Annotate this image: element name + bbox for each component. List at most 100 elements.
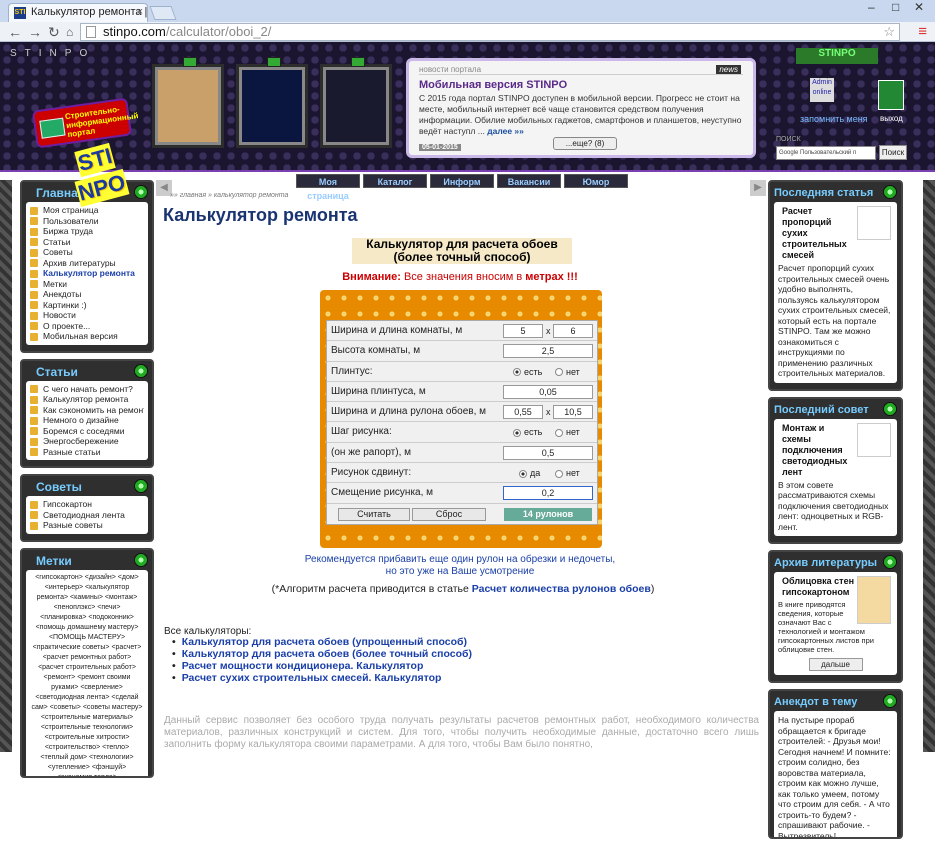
nav-humor[interactable]: Юмор	[564, 174, 628, 188]
menu-item-my-page[interactable]: Моя страница	[30, 205, 144, 216]
search-input[interactable]: Google Пользовательский п	[776, 146, 876, 160]
close-tab-icon[interactable]: ×	[137, 6, 143, 18]
menu-item-job-board[interactable]: Биржа труда	[30, 226, 144, 237]
right-sidebar: Последняя статья Расчет пропорций сухих …	[768, 180, 903, 845]
main-menu-box: Главная Моя страница Пользователи Биржа …	[20, 180, 154, 353]
nav-inform[interactable]: Информ	[430, 174, 494, 188]
page-title: Калькулятор ремонта	[163, 205, 358, 225]
menu-item-tags[interactable]: Метки	[30, 279, 144, 290]
green-light-icon	[883, 401, 897, 416]
roll-width-input[interactable]: 0,55	[503, 405, 543, 420]
plinth-width-input[interactable]: 0,05	[503, 384, 593, 399]
plinth-yes-radio[interactable]: есть	[513, 362, 542, 382]
joke-box: Анекдот в тему На пустыре прораб обращае…	[768, 689, 903, 839]
step-no-radio[interactable]: нет	[555, 422, 580, 442]
menu-item-jokes[interactable]: Анекдоты	[30, 289, 144, 300]
browser-menu-icon[interactable]: ≡	[918, 23, 927, 40]
tip-link[interactable]: Гипсокартон	[30, 499, 144, 510]
offset-row: Смещение рисунка, м 0,2	[327, 483, 597, 504]
menu-item-news[interactable]: Новости	[30, 310, 144, 321]
bookmark-star-icon[interactable]: ☆	[883, 24, 895, 40]
tip-link[interactable]: Разные советы	[30, 520, 144, 531]
tags-box: Метки <гипсокартон> <дизайн> <дом> <инте…	[20, 547, 154, 778]
calc-link[interactable]: Калькулятор для расчета обоев (более точ…	[172, 648, 472, 660]
exit-icon[interactable]	[878, 80, 904, 110]
news-more-link[interactable]: далее »»	[487, 126, 524, 136]
plinth-no-radio[interactable]: нет	[555, 362, 580, 382]
article-link[interactable]: Энергосбережение	[30, 436, 144, 447]
led-scheme-icon	[857, 422, 891, 457]
room-height-input[interactable]: 2,5	[503, 344, 593, 359]
menu-item-tips[interactable]: Советы	[30, 247, 144, 258]
reload-icon[interactable]: ↻	[48, 24, 60, 40]
browser-tab[interactable]: STI Калькулятор ремонта | Стр ×	[8, 3, 148, 22]
article-link[interactable]: С чего начать ремонт?	[30, 384, 144, 395]
joke-title: Анекдот в тему	[770, 691, 901, 711]
night-city-picture	[236, 57, 308, 148]
collapse-right-icon[interactable]: ▶	[750, 180, 766, 196]
minimize-icon[interactable]: –	[868, 0, 875, 14]
news-more-button[interactable]: ...еще? (8)	[553, 137, 617, 150]
page-icon	[86, 26, 96, 38]
menu-item-users[interactable]: Пользователи	[30, 216, 144, 227]
calc-link[interactable]: Калькулятор для расчета обоев (упрощенны…	[172, 636, 472, 648]
news-badge: news	[716, 65, 741, 74]
new-tab-button[interactable]	[149, 6, 177, 20]
login-badge: STINPO	[796, 48, 878, 64]
calc-link[interactable]: Расчет мощности кондиционера. Калькулято…	[172, 660, 472, 672]
roll-length-input[interactable]: 10,5	[553, 405, 593, 420]
logo-usb: Строительно-информационный портал	[31, 97, 139, 149]
step-yes-radio[interactable]: есть	[513, 422, 542, 442]
last-article-body: Расчет пропорций сухих строительных смес…	[778, 263, 891, 378]
tip-link[interactable]: Светодиодная лента	[30, 510, 144, 521]
menu-item-pictures[interactable]: Картинки :)	[30, 300, 144, 311]
more-button[interactable]: дальше	[808, 658, 863, 671]
maximize-icon[interactable]: □	[892, 0, 899, 14]
news-text: С 2015 года портал STINPO доступен в моб…	[419, 93, 742, 136]
shift-no-radio[interactable]: нет	[555, 463, 580, 483]
room-width-input[interactable]: 5	[503, 324, 543, 338]
calculators-list: Калькулятор для расчета обоев (упрощенны…	[172, 636, 472, 684]
nav-my-page[interactable]: Моя страница	[296, 174, 360, 201]
calc-link[interactable]: Расчет сухих строительных смесей. Кальку…	[172, 672, 472, 684]
remember-me-link[interactable]: запомнить меня	[800, 114, 868, 124]
room-length-input[interactable]: 6	[553, 324, 593, 338]
article-link[interactable]: Калькулятор ремонта	[30, 394, 144, 405]
reset-button[interactable]: Сброс	[412, 508, 486, 521]
home-icon[interactable]: ⌂	[66, 24, 73, 40]
calculate-button[interactable]: Считать	[338, 508, 410, 521]
menu-item-literature[interactable]: Архив литературы	[30, 258, 144, 269]
article-link[interactable]: Разные статьи	[30, 447, 144, 458]
search-label: ПОИСК	[776, 136, 801, 143]
times-sign: x	[546, 326, 551, 336]
nav-catalog[interactable]: Каталог	[363, 174, 427, 188]
news-title[interactable]: Мобильная версия STINPO	[419, 79, 743, 91]
rapport-input[interactable]: 0,5	[503, 445, 593, 460]
search-button[interactable]: Поиск	[879, 145, 907, 160]
breadcrumb[interactable]: »» главная » калькулятор ремонта	[170, 192, 288, 199]
menu-item-articles[interactable]: Статьи	[30, 237, 144, 248]
article-link[interactable]: Немного о дизайне	[30, 415, 144, 426]
tips-title: Советы	[22, 476, 152, 496]
calculator-title: Калькулятор для расчета обоев (более точн…	[352, 238, 572, 264]
plinth-row: Плинтус: есть нет	[327, 362, 597, 382]
menu-item-about[interactable]: О проекте...	[30, 321, 144, 332]
article-link[interactable]: Боремся с соседями	[30, 426, 144, 437]
tag-cloud[interactable]: <гипсокартон> <дизайн> <дом> <интерьер> …	[26, 569, 148, 776]
algorithm-link[interactable]: Расчет количества рулонов обоев	[472, 583, 651, 595]
shift-yes-radio[interactable]: да	[519, 463, 540, 483]
green-light-icon	[134, 552, 148, 567]
back-icon[interactable]: ←	[8, 24, 22, 40]
forward-icon[interactable]: →	[28, 24, 42, 40]
top-nav: Моя страница Каталог Информ Вакансии Юмо…	[296, 174, 628, 201]
exit-label[interactable]: выход	[880, 114, 903, 123]
nav-vacancies[interactable]: Вакансии	[497, 174, 561, 188]
menu-item-calculator[interactable]: Калькулятор ремонта	[30, 268, 144, 279]
tags-title: Метки	[22, 550, 152, 570]
close-window-icon[interactable]: ✕	[914, 0, 924, 14]
logo-sti-blocks[interactable]: STINPO	[74, 142, 144, 207]
url-field[interactable]: stinpo.com/calculator/oboi_2/ ☆	[80, 23, 900, 41]
menu-item-mobile[interactable]: Мобильная версия	[30, 331, 144, 342]
offset-stepper[interactable]: 0,2	[503, 486, 593, 501]
article-link[interactable]: Как сэкономить на ремонте?	[30, 405, 144, 416]
